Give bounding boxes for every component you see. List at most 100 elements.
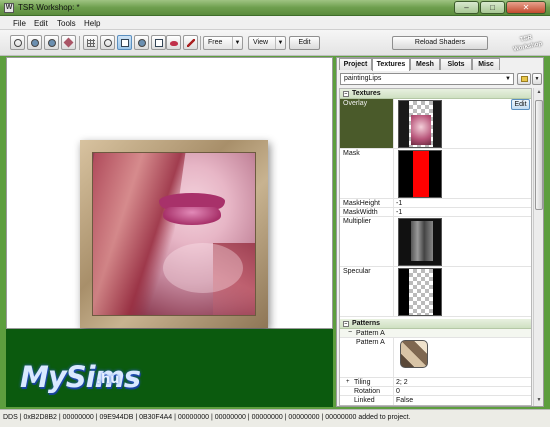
edit-button[interactable]: Edit [289,36,320,50]
chevron-down-icon: ▼ [275,37,285,49]
reload-shaders-button[interactable]: Reload Shaders [392,36,488,50]
view-select-value: View [253,39,269,46]
chevron-down-icon: ▼ [232,37,242,49]
property-label: MaskHeight [340,199,394,207]
painting-model [80,140,268,328]
property-grid: − Textures Overlay Edit Mask MaskHeight … [339,88,532,406]
brush-icon [187,39,195,47]
edit-texture-button[interactable]: Edit [511,99,530,110]
folder-icon [521,76,528,82]
sphere-view-button[interactable] [134,35,149,50]
tab-mesh[interactable]: Mesh [410,58,440,70]
tab-project[interactable]: Project [339,58,372,70]
property-label: Rotation [340,387,394,395]
sphere-outline-icon [14,39,22,47]
menu-help[interactable]: Help [84,19,100,28]
box-view-button[interactable] [151,35,166,50]
bones-icon [104,39,112,47]
hair-shape [93,153,186,315]
lips-button[interactable] [166,35,181,50]
monitor-icon [121,39,129,47]
property-label: Specular [340,267,394,316]
monitor-button[interactable] [117,35,132,50]
toolbar-separator [79,36,80,50]
new-material-button[interactable] [517,73,531,85]
collapse-icon: − [348,329,353,336]
pattern-swatch[interactable] [400,340,428,368]
property-row-maskwidth[interactable]: MaskWidth -1 [340,208,531,217]
watermark-brand: MySims [20,360,141,394]
specular-texture-thumb[interactable] [398,268,442,316]
collapse-icon: − [343,321,349,327]
collapse-icon: − [343,91,349,97]
diamond-icon [63,37,74,48]
lower-lip-shape [163,207,221,225]
brush-button[interactable] [183,35,198,50]
property-scrollbar[interactable]: ▲ ▼ [533,88,543,406]
property-row-pattern-a[interactable]: Pattern A [340,338,531,378]
material-menu-button[interactable]: ▼ [532,73,542,85]
scrollbar-thumb[interactable] [535,100,543,210]
shading-textured-button[interactable] [44,35,59,50]
chevron-down-icon: ▼ [505,76,511,82]
minimize-button[interactable]: – [454,1,479,14]
grid-button[interactable] [83,35,98,50]
property-label: MaskWidth [340,208,394,216]
mask-red-channel [413,151,429,197]
property-row-maskheight[interactable]: MaskHeight -1 [340,199,531,208]
tab-slots[interactable]: Slots [440,58,472,70]
chevron-down-icon: ▼ [534,76,540,82]
overlay-preview [411,115,431,145]
properties-panel: Project Textures Mesh Slots Misc paintin… [336,57,544,407]
property-value: -1 [396,209,403,216]
property-label: Multiplier [340,217,394,266]
menu-file[interactable]: File [13,19,26,28]
maximize-button[interactable]: □ [480,1,505,14]
property-value: 0 [396,388,400,395]
box-icon [155,39,163,47]
shading-smooth-button[interactable] [27,35,42,50]
chin-shape [163,243,243,293]
panel-tabs: Project Textures Mesh Slots Misc [337,58,545,71]
overlay-texture-thumb[interactable] [398,100,442,148]
menu-tools[interactable]: Tools [57,19,76,28]
menu-edit[interactable]: Edit [34,19,48,28]
view-select[interactable]: View ▼ [248,36,286,50]
mask-texture-thumb[interactable] [398,150,442,198]
sphere-icon [31,39,39,47]
tsr-logo: TSR Workshop [512,34,543,53]
subsection-title: Pattern A [356,330,385,337]
scroll-up-icon[interactable]: ▲ [535,89,543,97]
property-row-rotation[interactable]: Rotation 0 [340,387,531,396]
mode-select[interactable]: Free ▼ [203,36,243,50]
bones-button[interactable] [100,35,115,50]
section-patterns[interactable]: − Patterns [340,319,531,329]
scroll-down-icon[interactable]: ▼ [535,397,543,405]
property-label-text: Tiling [354,379,371,386]
property-label: + Tiling [340,378,394,386]
material-select[interactable]: paintingLips ▼ [340,73,514,85]
painting-texture [92,152,256,316]
tab-textures[interactable]: Textures [372,58,410,71]
subsection-pattern-a[interactable]: − Pattern A [340,329,531,338]
close-button[interactable]: ✕ [506,1,546,14]
tab-misc[interactable]: Misc [472,58,500,70]
lips-icon [170,41,178,46]
shading-flat-button[interactable] [10,35,25,50]
property-label: Pattern A [340,338,394,377]
toolbar-separator [200,36,201,50]
multiplier-preview [411,221,433,261]
property-row-linked[interactable]: Linked False [340,396,531,405]
transparent-area [409,269,433,315]
status-bar: DDS | 0xB2D8B2 | 00000000 | 09E944DB | 0… [0,409,550,427]
multiplier-texture-thumb[interactable] [398,218,442,266]
section-textures[interactable]: − Textures [340,89,531,99]
property-row-tiling[interactable]: + Tiling 2; 2 [340,378,531,387]
shape-button[interactable] [61,35,76,50]
sphere-view-icon [138,39,146,47]
window-title: TSR Workshop: * [18,3,80,12]
section-title: Textures [352,90,381,97]
property-label: Overlay [340,99,394,148]
property-value: 2; 2 [396,379,408,386]
sphere-textured-icon [48,39,56,47]
